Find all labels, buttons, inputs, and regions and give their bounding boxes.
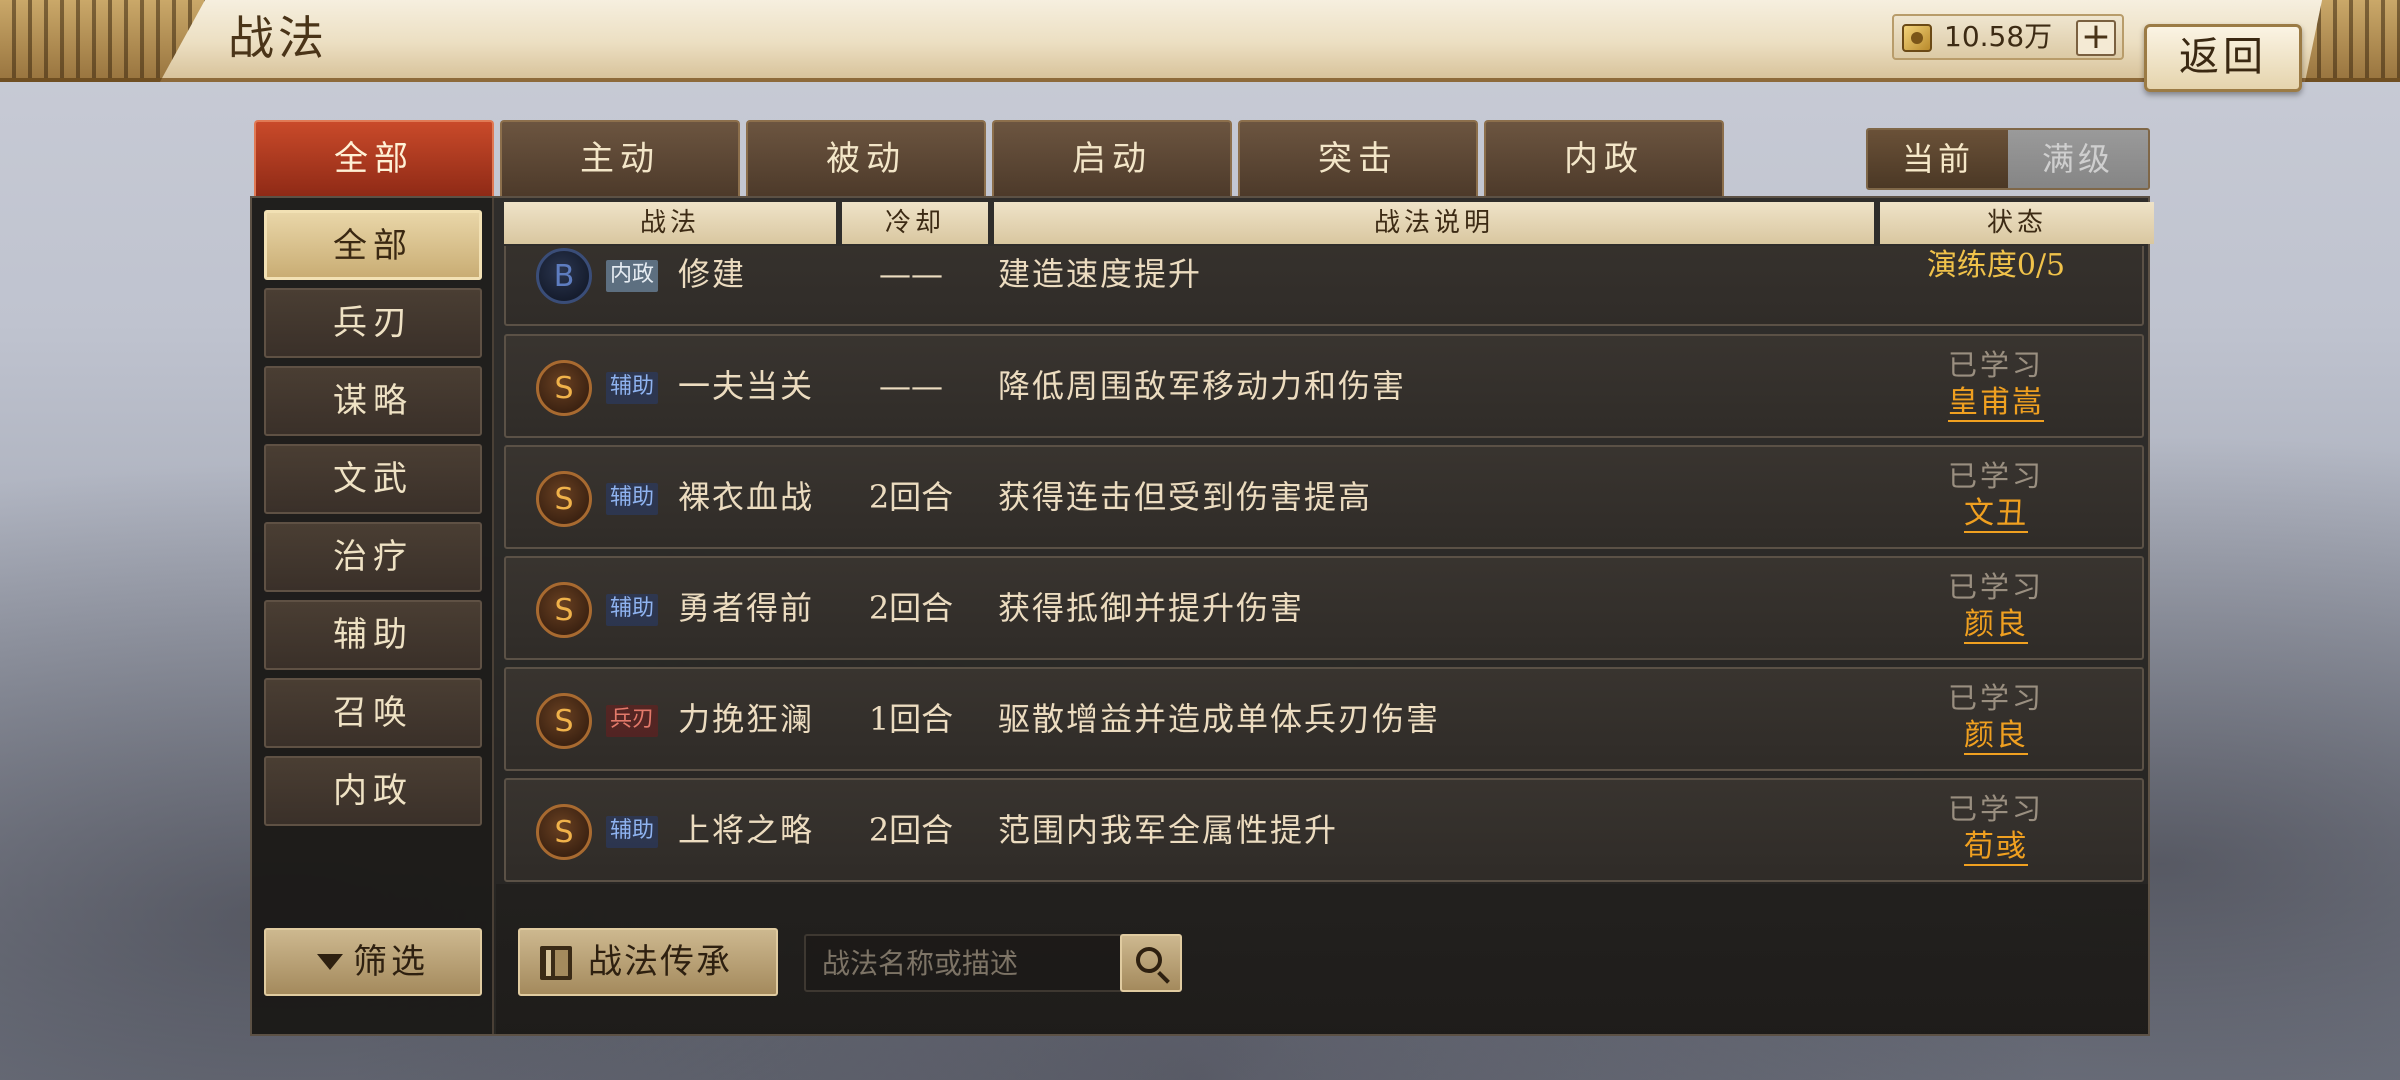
sidebar-item-blade[interactable]: 兵刃 [264, 288, 482, 358]
tab-governance[interactable]: 内政 [1484, 120, 1724, 196]
skill-inherit-button[interactable]: 战法传承 [518, 928, 778, 996]
column-header-description: 战法说明 [994, 202, 1874, 244]
hero-link[interactable]: 文丑 [1964, 495, 2028, 533]
column-header-skill: 战法 [504, 202, 836, 244]
currency-display: 10.58万 + [1892, 14, 2124, 60]
filter-icon [317, 954, 343, 970]
skill-description: 建造速度提升 [998, 255, 1203, 293]
toggle-max-level[interactable]: 满级 [2008, 130, 2148, 188]
skill-name: 一夫当关 [678, 367, 815, 405]
rank-s-icon: S [536, 693, 592, 749]
skill-row[interactable]: S 辅助 一夫当关 —— 降低周围敌军移动力和伤害 已学习 皇甫嵩 [504, 334, 2144, 438]
title-bar: 战法 10.58万 + [0, 0, 2400, 82]
hero-link[interactable]: 皇甫嵩 [1948, 384, 2044, 422]
skill-cooldown: 2回合 [868, 478, 954, 516]
skill-cooldown: 2回合 [868, 589, 954, 627]
skill-row[interactable]: S 辅助 勇者得前 2回合 获得抵御并提升伤害 已学习 颜良 [504, 556, 2144, 660]
inherit-label: 战法传承 [588, 942, 732, 982]
skill-cooldown: 2回合 [868, 811, 954, 849]
learned-label: 已学习 [1947, 792, 2044, 826]
skill-row[interactable]: S 辅助 上将之略 2回合 范围内我军全属性提升 已学习 荀彧 [504, 778, 2144, 882]
level-toggle: 当前 满级 [1866, 128, 2150, 190]
tab-trigger[interactable]: 启动 [992, 120, 1232, 196]
rank-s-icon: S [536, 471, 592, 527]
skill-status: 已学习 荀彧 [1896, 790, 2096, 874]
category-sidebar: 全部 兵刃 谋略 文武 治疗 辅助 召唤 内政 [252, 198, 494, 1034]
skill-description: 获得抵御并提升伤害 [998, 589, 1305, 627]
skill-type-tag: 辅助 [606, 816, 659, 848]
ornament-left [0, 0, 205, 82]
learned-label: 已学习 [1947, 459, 2044, 493]
skill-status: 已学习 文丑 [1896, 457, 2096, 541]
skill-row[interactable]: S 兵刃 力挽狂澜 1回合 驱散增益并造成单体兵刃伤害 已学习 颜良 [504, 667, 2144, 771]
back-button[interactable]: 返回 [2144, 24, 2302, 92]
add-currency-button[interactable]: + [2076, 19, 2116, 56]
rank-b-icon: B [536, 248, 592, 304]
skill-cooldown: —— [879, 367, 943, 405]
sidebar-item-governance[interactable]: 内政 [264, 756, 482, 826]
search-button[interactable] [1120, 934, 1182, 992]
skill-cooldown: —— [879, 255, 943, 293]
skill-name: 勇者得前 [678, 589, 815, 627]
column-header-cooldown: 冷却 [842, 202, 988, 244]
skills-panel: 全部 兵刃 谋略 文武 治疗 辅助 召唤 内政 战法 冷却 战法说明 状态 B … [250, 196, 2154, 1036]
tab-all[interactable]: 全部 [254, 120, 494, 196]
sidebar-item-strategy[interactable]: 谋略 [264, 366, 482, 436]
skill-name: 修建 [678, 255, 747, 293]
skill-name: 上将之略 [678, 811, 815, 849]
sidebar-item-civil-military[interactable]: 文武 [264, 444, 482, 514]
search-input[interactable] [804, 934, 1128, 992]
tab-active[interactable]: 主动 [500, 120, 740, 196]
filter-label: 筛选 [353, 942, 429, 982]
book-icon [540, 946, 572, 980]
page-title: 战法 [228, 11, 328, 65]
skill-name: 力挽狂澜 [678, 700, 815, 738]
tab-assault[interactable]: 突击 [1238, 120, 1478, 196]
sidebar-item-assist[interactable]: 辅助 [264, 600, 482, 670]
rank-s-icon: S [536, 582, 592, 638]
skill-type-tag: 兵刃 [606, 705, 659, 737]
hero-link[interactable]: 颜良 [1964, 606, 2028, 644]
column-header-status: 状态 [1880, 202, 2154, 244]
currency-value: 10.58万 [1944, 20, 2053, 53]
skill-status: 演练度0/5 [1896, 246, 2096, 318]
toggle-current[interactable]: 当前 [1868, 130, 2008, 188]
search-icon [1136, 947, 1162, 973]
skill-status: 已学习 皇甫嵩 [1896, 346, 2096, 430]
filter-button[interactable]: 筛选 [264, 928, 482, 996]
skill-status: 已学习 颜良 [1896, 568, 2096, 652]
training-progress: 演练度0/5 [1926, 248, 2066, 283]
skill-row[interactable]: S 辅助 裸衣血战 2回合 获得连击但受到伤害提高 已学习 文丑 [504, 445, 2144, 549]
learned-label: 已学习 [1947, 570, 2044, 604]
hero-link[interactable]: 荀彧 [1964, 828, 2028, 866]
skill-description: 范围内我军全属性提升 [998, 811, 1339, 849]
rank-s-icon: S [536, 360, 592, 416]
skill-type-tag: 辅助 [606, 594, 659, 626]
learned-label: 已学习 [1947, 681, 2044, 715]
skill-status: 已学习 颜良 [1896, 679, 2096, 763]
skill-type-tag: 内政 [606, 260, 659, 292]
skill-description: 获得连击但受到伤害提高 [998, 478, 1373, 516]
skill-cooldown: 1回合 [868, 700, 954, 738]
ornament-right [2305, 0, 2400, 82]
skill-description: 驱散增益并造成单体兵刃伤害 [998, 700, 1441, 738]
skill-name: 裸衣血战 [678, 478, 815, 516]
skill-type-tag: 辅助 [606, 372, 659, 404]
sidebar-item-all[interactable]: 全部 [264, 210, 482, 280]
coin-icon [1902, 24, 1932, 52]
hero-link[interactable]: 颜良 [1964, 717, 2028, 755]
tab-passive[interactable]: 被动 [746, 120, 986, 196]
sidebar-item-heal[interactable]: 治疗 [264, 522, 482, 592]
rank-s-icon: S [536, 804, 592, 860]
sidebar-item-summon[interactable]: 召唤 [264, 678, 482, 748]
skill-type-tag: 辅助 [606, 483, 659, 515]
learned-label: 已学习 [1947, 348, 2044, 382]
skill-description: 降低周围敌军移动力和伤害 [998, 367, 1407, 405]
